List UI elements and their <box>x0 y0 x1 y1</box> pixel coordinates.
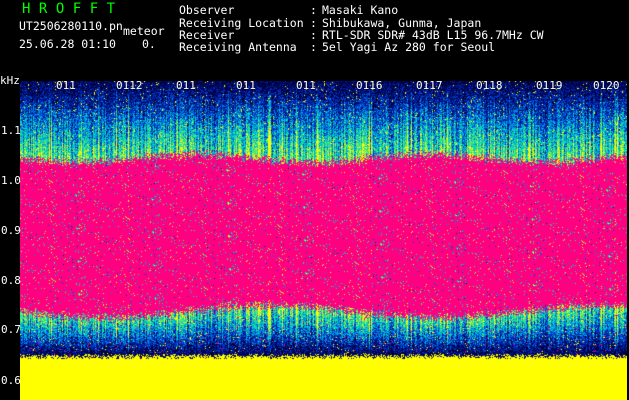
antenna-separator: : <box>310 39 317 54</box>
antenna-label: Receiving Antenna <box>179 39 297 54</box>
timestamp-label: 25.06.28 01:10 <box>19 37 116 51</box>
count-value: 0. <box>142 37 156 51</box>
time-label-4: 011 <box>236 79 256 92</box>
y-tick-0-7: 0.7 <box>1 323 21 336</box>
y-tick-0-8: 0.8 <box>1 274 21 287</box>
time-label-2: 0112 <box>116 79 143 92</box>
station-info-row-antenna: Receiving Antenna : 5el Yagi Az 280 for … <box>179 39 619 54</box>
time-label-9: 0119 <box>536 79 563 92</box>
time-label-8: 0118 <box>476 79 503 92</box>
filename-label: UT2506280110.pn <box>19 19 123 33</box>
time-label-3: 011 <box>176 79 196 92</box>
y-tick-1-1: 1.1 <box>1 124 21 137</box>
app-title: HROFFT <box>22 1 124 17</box>
time-label-10: 0120 <box>593 79 620 92</box>
time-label-6: 0116 <box>356 79 383 92</box>
time-label-5: 011 <box>296 79 316 92</box>
spectrogram-canvas <box>20 81 627 400</box>
frequency-unit-label: kHz <box>0 74 20 87</box>
spectrogram-display <box>20 81 627 400</box>
y-tick-1-0: 1.0 <box>1 174 21 187</box>
antenna-value: 5el Yagi Az 280 for Seoul <box>322 39 496 54</box>
mode-label: meteor <box>123 24 165 38</box>
time-label-7: 0117 <box>416 79 443 92</box>
station-info-table: Observer : Masaki Kano Receiving Locatio… <box>179 5 619 54</box>
time-label-1: 011 <box>56 79 76 92</box>
y-tick-0-6: 0.6 <box>1 374 21 387</box>
y-tick-0-9: 0.9 <box>1 224 21 237</box>
